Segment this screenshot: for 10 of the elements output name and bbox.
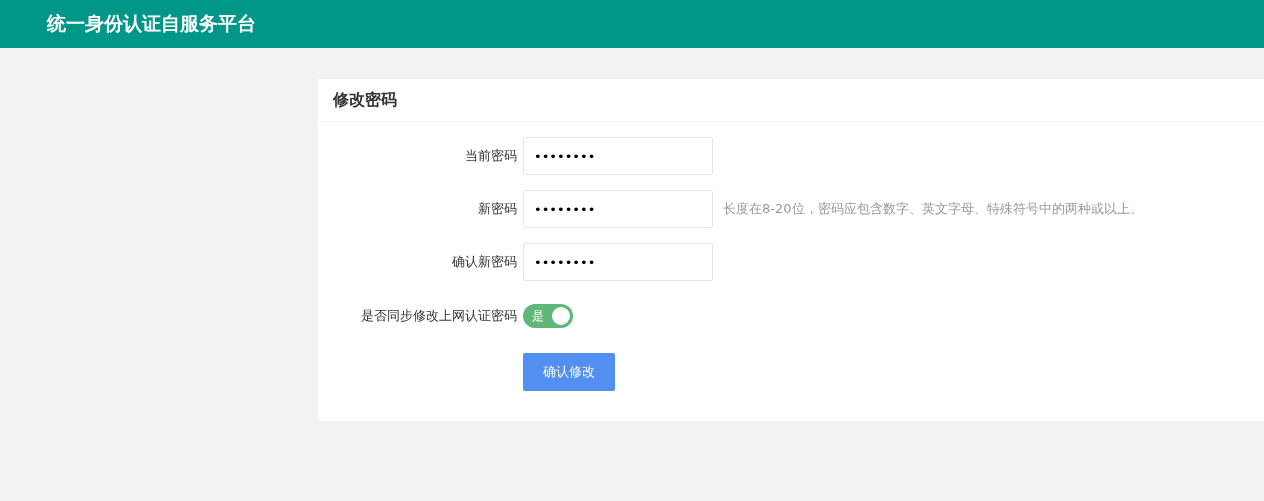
password-field[interactable]: ••••••••	[523, 190, 713, 228]
card-title: 修改密码	[333, 89, 397, 111]
password-field[interactable]: ••••••••	[523, 137, 713, 175]
field-label: 当前密码	[464, 147, 518, 165]
password-field[interactable]: ••••••••	[523, 243, 713, 281]
app-title: 统一身份认证自服务平台	[47, 11, 256, 36]
toggle-label: 是否同步修改上网认证密码	[360, 307, 518, 325]
field-label: 确认新密码	[451, 253, 518, 271]
field-hint: 长度在8-20位，密码应包含数字、英文字母、特殊符号中的两种或以上。	[723, 200, 1143, 218]
field-label: 新密码	[477, 200, 518, 218]
